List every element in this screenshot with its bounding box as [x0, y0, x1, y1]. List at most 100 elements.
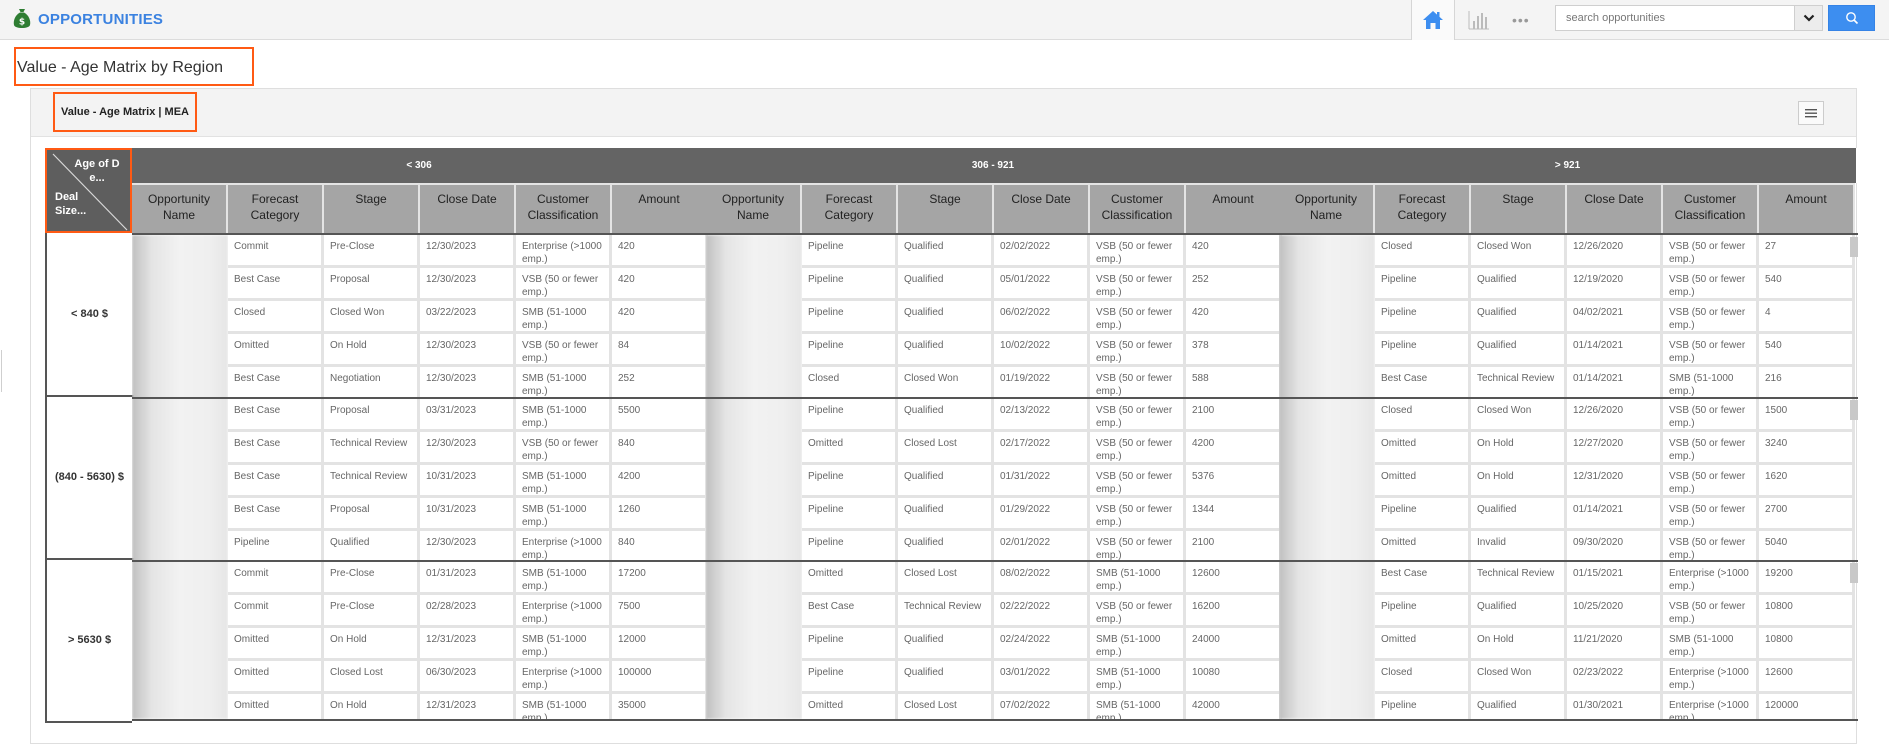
stage-cell: Qualified: [898, 399, 994, 432]
forecast-category-cell: Omitted: [802, 562, 898, 595]
side-drawer-handle[interactable]: [0, 350, 2, 392]
column-header[interactable]: Customer Classification: [516, 183, 612, 233]
customer-classification-cell: VSB (50 or fewer emp.): [1090, 465, 1186, 498]
close-date-cell: 10/02/2022: [994, 334, 1090, 367]
amount-cell: 19200: [1759, 562, 1855, 595]
customer-classification-cell: SMB (51-1000 emp.): [1090, 562, 1186, 595]
row-group-divider: [132, 397, 708, 399]
amount-cell: 4200: [612, 465, 708, 498]
row-group-band: Commit Pre-Close 12/30/2023 Enterprise (>10…: [228, 235, 708, 400]
close-date-cell: 01/14/2021: [1567, 334, 1663, 367]
band-scrollbar-thumb[interactable]: [1850, 563, 1858, 583]
close-date-cell: 01/29/2022: [994, 498, 1090, 531]
column-header[interactable]: Customer Classification: [1663, 183, 1759, 233]
column-header[interactable]: Forecast Category: [228, 183, 324, 233]
customer-classification-cell: SMB (51-1000 emp.): [516, 628, 612, 661]
forecast-category-cell: Pipeline: [1375, 301, 1471, 334]
row-group-divider: [706, 560, 1282, 562]
close-date-cell: 12/26/2020: [1567, 235, 1663, 268]
close-date-cell: 11/21/2020: [1567, 628, 1663, 661]
customer-classification-cell: SMB (51-1000 emp.): [1663, 367, 1759, 400]
forecast-category-cell: Omitted: [1375, 432, 1471, 465]
close-date-cell: 12/31/2020: [1567, 465, 1663, 498]
search-button[interactable]: [1828, 5, 1875, 31]
row-group-divider: [132, 560, 708, 562]
customer-classification-cell: SMB (51-1000 emp.): [516, 498, 612, 531]
search-icon: [1845, 12, 1858, 25]
column-header[interactable]: Forecast Category: [1375, 183, 1471, 233]
customer-classification-cell: VSB (50 or fewer emp.): [1663, 268, 1759, 301]
customer-classification-cell: SMB (51-1000 emp.): [516, 694, 612, 719]
close-date-cell: 01/30/2021: [1567, 694, 1663, 719]
amount-cell: 27: [1759, 235, 1855, 268]
amount-cell: 17200: [612, 562, 708, 595]
home-button[interactable]: [1411, 0, 1455, 40]
stage-cell: Qualified: [1471, 694, 1567, 719]
panel-menu-button[interactable]: [1798, 101, 1824, 125]
amount-cell: 1344: [1186, 498, 1282, 531]
customer-classification-cell: SMB (51-1000 emp.): [516, 465, 612, 498]
forecast-category-cell: Omitted: [228, 694, 324, 719]
stage-cell: Technical Review: [898, 595, 994, 628]
close-date-cell: 12/19/2020: [1567, 268, 1663, 301]
close-date-cell: 01/15/2021: [1567, 562, 1663, 595]
stage-cell: Negotiation: [324, 367, 420, 400]
forecast-category-cell: Pipeline: [1375, 595, 1471, 628]
column-header[interactable]: Opportunity Name: [1279, 183, 1375, 233]
band-scrollbar-thumb[interactable]: [1850, 400, 1858, 420]
customer-classification-cell: Enterprise (>1000 emp.): [1663, 661, 1759, 694]
search-input[interactable]: [1556, 6, 1794, 30]
column-header[interactable]: Stage: [898, 183, 994, 233]
column-header[interactable]: Amount: [612, 183, 708, 233]
amount-cell: 420: [1186, 235, 1282, 268]
stage-cell: Closed Won: [1471, 661, 1567, 694]
customer-classification-cell: VSB (50 or fewer emp.): [1663, 595, 1759, 628]
forecast-category-cell: Best Case: [228, 432, 324, 465]
forecast-category-cell: Best Case: [228, 498, 324, 531]
column-header[interactable]: Opportunity Name: [706, 183, 802, 233]
forecast-category-cell: Omitted: [802, 694, 898, 719]
row-group-divider: [1279, 397, 1858, 399]
close-date-cell: 03/22/2023: [420, 301, 516, 334]
column-header[interactable]: Amount: [1759, 183, 1855, 233]
close-date-cell: 01/14/2021: [1567, 498, 1663, 531]
chevron-down-icon: [1803, 14, 1814, 22]
home-icon: [1423, 11, 1443, 29]
top-bar: $ OPPORTUNITIES •••: [0, 0, 1889, 40]
stage-cell: On Hold: [324, 694, 420, 719]
close-date-cell: 05/01/2022: [994, 268, 1090, 301]
column-header[interactable]: Customer Classification: [1090, 183, 1186, 233]
forecast-category-cell: Pipeline: [1375, 334, 1471, 367]
age-group-column: > 921 Opportunity Name Forecast Category St…: [1279, 148, 1858, 723]
amount-cell: 5500: [612, 399, 708, 432]
forecast-category-cell: Commit: [228, 562, 324, 595]
more-options-button[interactable]: •••: [1512, 12, 1530, 28]
deal-size-row-header: < 840 $: [70, 308, 108, 320]
column-header[interactable]: Close Date: [420, 183, 516, 233]
forecast-category-cell: Best Case: [228, 268, 324, 301]
panel-header: Value - Age Matrix | MEA: [31, 89, 1856, 137]
chart-button[interactable]: [1466, 8, 1492, 32]
forecast-category-cell: Omitted: [1375, 628, 1471, 661]
stage-cell: Qualified: [1471, 334, 1567, 367]
customer-classification-cell: Enterprise (>1000 emp.): [1663, 562, 1759, 595]
app-brand[interactable]: $ OPPORTUNITIES: [12, 8, 163, 30]
amount-cell: 12600: [1759, 661, 1855, 694]
column-header[interactable]: Close Date: [1567, 183, 1663, 233]
row-group-divider: [1279, 560, 1858, 562]
column-header[interactable]: Close Date: [994, 183, 1090, 233]
amount-cell: 216: [1759, 367, 1855, 400]
forecast-category-cell: Omitted: [802, 432, 898, 465]
column-header[interactable]: Stage: [1471, 183, 1567, 233]
column-header[interactable]: Opportunity Name: [132, 183, 228, 233]
search-dropdown-toggle[interactable]: [1794, 6, 1822, 30]
stage-cell: On Hold: [324, 628, 420, 661]
amount-cell: 1500: [1759, 399, 1855, 432]
close-date-cell: 12/30/2023: [420, 334, 516, 367]
column-header[interactable]: Forecast Category: [802, 183, 898, 233]
customer-classification-cell: VSB (50 or fewer emp.): [1090, 301, 1186, 334]
column-header[interactable]: Stage: [324, 183, 420, 233]
column-header[interactable]: Amount: [1186, 183, 1282, 233]
close-date-cell: 02/13/2022: [994, 399, 1090, 432]
band-scrollbar-thumb[interactable]: [1850, 237, 1858, 257]
